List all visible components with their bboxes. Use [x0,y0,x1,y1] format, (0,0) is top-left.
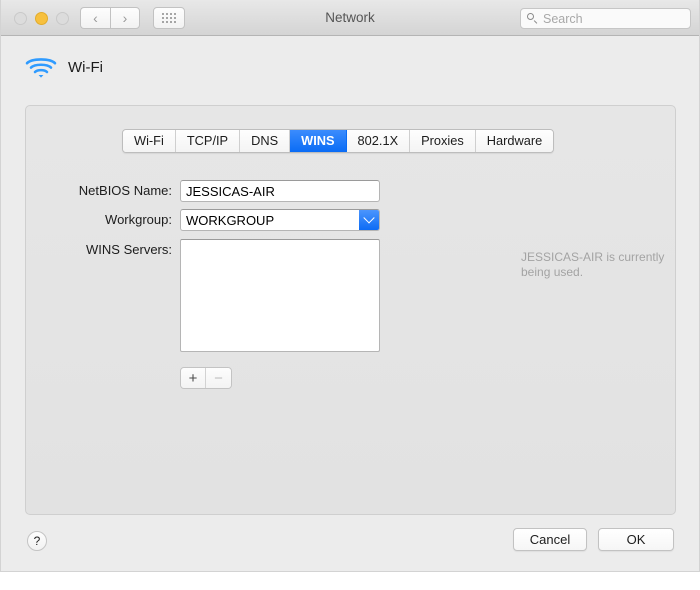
remove-wins-server-button[interactable]: − [206,368,231,388]
search-placeholder: Search [543,11,583,26]
network-preferences-window: ‹ › Network Search Wi-Fi NetBIOS Name: J… [0,0,700,590]
workgroup-value: WORKGROUP [186,212,275,228]
tab-wi-fi[interactable]: Wi-Fi [123,130,176,152]
tab-proxies[interactable]: Proxies [410,130,476,152]
add-wins-server-button[interactable]: + [181,368,206,388]
tab-tcp-ip[interactable]: TCP/IP [175,130,241,152]
tab-panel: NetBIOS Name: Workgroup: WORKGROUP WINS … [25,105,676,515]
netbios-name-row: NetBIOS Name: [62,180,380,202]
window-bottom-edge [0,572,700,590]
search-icon [527,13,538,24]
service-name: Wi-Fi [68,58,103,76]
window-content: Wi-Fi NetBIOS Name: Workgroup: WORKGROUP… [0,36,700,590]
cancel-button[interactable]: Cancel [513,528,587,551]
netbios-name-input[interactable] [180,180,380,202]
netbios-hint-text: JESSICAS-AIR is currently being used. [521,250,665,279]
service-header: Wi-Fi [24,54,103,80]
workgroup-row: Workgroup: WORKGROUP [62,209,380,231]
tab-bar: Wi-Fi TCP/IP DNS WINS 802.1X Proxies Har… [122,129,555,153]
tab-dns[interactable]: DNS [240,130,291,152]
chevron-down-icon[interactable] [359,210,379,230]
wins-servers-label: WINS Servers: [86,242,172,257]
window-titlebar: ‹ › Network Search [0,0,700,36]
help-button[interactable]: ? [27,531,47,551]
search-input[interactable]: Search [520,8,691,29]
tab-wins[interactable]: WINS [290,130,347,152]
wifi-icon [24,54,58,80]
wins-servers-list[interactable] [180,239,380,352]
tab-hardware[interactable]: Hardware [475,130,554,152]
add-remove-group: + − [180,367,232,389]
tab-802-1x[interactable]: 802.1X [346,130,411,152]
netbios-name-label: NetBIOS Name: [78,183,172,198]
wins-servers-row: WINS Servers: [62,239,380,352]
workgroup-label: Workgroup: [105,212,172,227]
workgroup-select[interactable]: WORKGROUP [180,209,380,231]
ok-button[interactable]: OK [598,528,674,551]
